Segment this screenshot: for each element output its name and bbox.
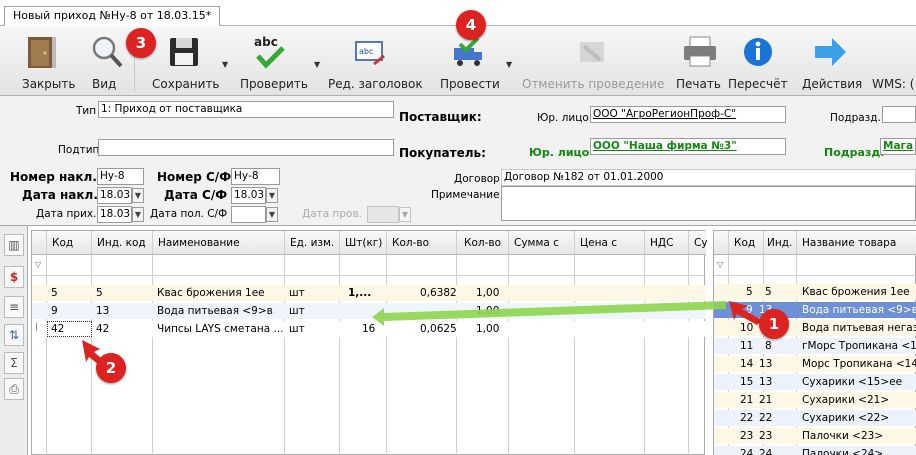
- drag-arrow: [372, 301, 726, 326]
- pointer-arrow-1: [729, 301, 762, 325]
- annotation-overlay: [82, 301, 762, 368]
- app-window: Новый приход №Ну-8 от 18.03.15* Закрыть …: [0, 0, 916, 455]
- annotation-badge-3: 3: [126, 28, 156, 58]
- annotation-badge-1: 1: [759, 309, 789, 339]
- annotation-badge-4: 4: [456, 10, 486, 40]
- annotation-badge-2: 2: [96, 353, 126, 383]
